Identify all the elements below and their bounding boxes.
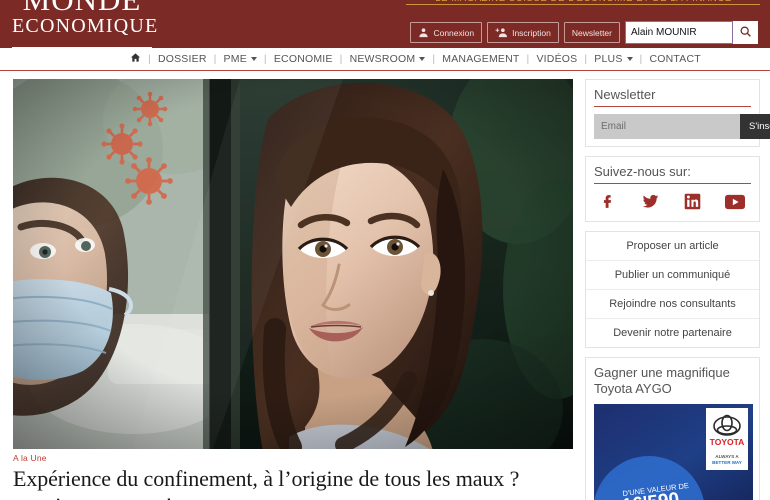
- nav-item-economie[interactable]: ECONOMIE: [274, 53, 333, 65]
- register-button[interactable]: Inscription: [487, 22, 559, 43]
- featured-article-image[interactable]: [13, 79, 573, 449]
- site-header: LE MAGAZINE SUISSE DE L'ECONOMIE ET DE L…: [0, 0, 770, 48]
- social-links: [594, 191, 751, 214]
- chevron-down-icon: [626, 57, 633, 61]
- nav-item-label: VIDÉOS: [536, 53, 578, 65]
- link-propose-article[interactable]: Proposer un article: [586, 232, 759, 261]
- nav-item-plus[interactable]: PLUS: [594, 53, 633, 65]
- search-icon: [739, 25, 752, 41]
- home-icon: [130, 52, 141, 66]
- nav-separator: |: [432, 53, 436, 65]
- search-input[interactable]: [625, 21, 733, 44]
- user-icon: [418, 27, 429, 38]
- site-logo[interactable]: MONDE ECONOMIQUE: [12, 0, 159, 37]
- twitter-icon[interactable]: [641, 193, 660, 213]
- ad-title-line-2: Toyota AYGO: [594, 381, 672, 397]
- ad-toyota-wordmark: TOYOTA: [710, 437, 745, 447]
- quick-links-widget: Proposer un article Publier un communiqu…: [585, 231, 760, 348]
- linkedin-icon[interactable]: [684, 193, 701, 213]
- nav-item-label: MANAGEMENT: [442, 53, 520, 65]
- nav-separator: |: [263, 53, 267, 65]
- follow-widget: Suivez-nous sur:: [585, 156, 760, 222]
- headline-line-2: certainement pas !: [13, 493, 173, 500]
- article-kicker[interactable]: A la Une: [13, 453, 573, 463]
- login-button[interactable]: Connexion: [410, 22, 483, 43]
- link-become-partner[interactable]: Devenir notre partenaire: [586, 319, 759, 347]
- content-area: A la Une Expérience du confinement, à l’…: [0, 71, 770, 500]
- nav-item-videos[interactable]: VIDÉOS: [536, 53, 577, 65]
- newsletter-widget: Newsletter S'inscrire: [585, 79, 770, 147]
- nav-separator: |: [148, 53, 151, 65]
- newsletter-button-label: Newsletter: [571, 27, 612, 38]
- nav-item-newsroom[interactable]: NEWSROOM: [350, 53, 426, 65]
- search-form: [625, 21, 758, 44]
- youtube-icon[interactable]: [725, 194, 745, 213]
- nav-item-label: PME: [223, 53, 247, 65]
- follow-widget-title: Suivez-nous sur:: [594, 164, 751, 184]
- newsletter-form: S'inscrire: [594, 114, 770, 139]
- nav-item-label: CONTACT: [649, 53, 701, 65]
- nav-item-label: NEWSROOM: [349, 53, 416, 65]
- sidebar: Newsletter S'inscrire Suivez-nous sur:: [585, 79, 770, 500]
- nav-separator: |: [584, 53, 588, 65]
- nav-item-home[interactable]: [130, 52, 141, 66]
- login-button-label: Connexion: [433, 27, 475, 38]
- advertisement-title: Gagner une magnifique Toyota AYGO: [594, 365, 751, 398]
- nav-item-management[interactable]: MANAGEMENT: [442, 53, 519, 65]
- link-publish-release[interactable]: Publier un communiqué: [586, 261, 759, 290]
- link-join-consultants[interactable]: Rejoindre nos consultants: [586, 290, 759, 319]
- newsletter-button[interactable]: Newsletter: [563, 22, 620, 43]
- advertisement-widget[interactable]: Gagner une magnifique Toyota AYGO TOYOTA…: [585, 357, 760, 500]
- nav-item-pme[interactable]: PME: [224, 53, 257, 65]
- nav-separator: |: [639, 53, 643, 65]
- chevron-down-icon: [419, 57, 426, 61]
- main-navigation: | DOSSIER | PME | ECONOMIE | NEWSROOM | …: [0, 48, 770, 71]
- register-button-label: Inscription: [512, 27, 551, 38]
- main-column: A la Une Expérience du confinement, à l’…: [13, 79, 573, 500]
- user-plus-icon: [495, 27, 508, 38]
- nav-separator: |: [339, 53, 343, 65]
- nav-item-dossier[interactable]: DOSSIER: [158, 53, 207, 65]
- logo-underline: [12, 47, 152, 48]
- logo-line-2: ECONOMIQUE: [12, 15, 159, 37]
- nav-item-label: DOSSIER: [157, 53, 207, 65]
- newsletter-widget-title: Newsletter: [594, 87, 751, 107]
- nav-item-contact[interactable]: CONTACT: [649, 53, 700, 65]
- ad-slogan-line-1: ALWAYS A: [715, 454, 739, 459]
- search-submit-button[interactable]: [733, 21, 758, 44]
- nav-item-label: PLUS: [594, 53, 623, 65]
- nav-item-label: ECONOMIE: [273, 53, 333, 65]
- nav-separator: |: [213, 53, 217, 65]
- logo-line-1: MONDE: [12, 0, 152, 15]
- article-headline[interactable]: Expérience du confinement, à l’origine d…: [13, 466, 573, 500]
- chevron-down-icon: [250, 57, 257, 61]
- tagline-divider: [406, 4, 760, 5]
- page-root: LE MAGAZINE SUISSE DE L'ECONOMIE ET DE L…: [0, 0, 770, 500]
- headline-line-1: Expérience du confinement, à l’origine d…: [13, 466, 520, 491]
- advertisement-banner[interactable]: TOYOTA ALWAYS A BETTER WAY D'UNE VALEUR …: [594, 403, 753, 500]
- newsletter-email-input[interactable]: [594, 114, 740, 139]
- nav-separator: |: [526, 53, 530, 65]
- ad-title-line-1: Gagner une magnifique: [594, 365, 730, 380]
- ad-slogan-line-2: BETTER WAY: [712, 460, 742, 465]
- facebook-icon[interactable]: [600, 193, 617, 213]
- header-tools: Connexion Inscription Newsletter: [410, 21, 758, 44]
- newsletter-subscribe-button[interactable]: S'inscrire: [740, 114, 770, 139]
